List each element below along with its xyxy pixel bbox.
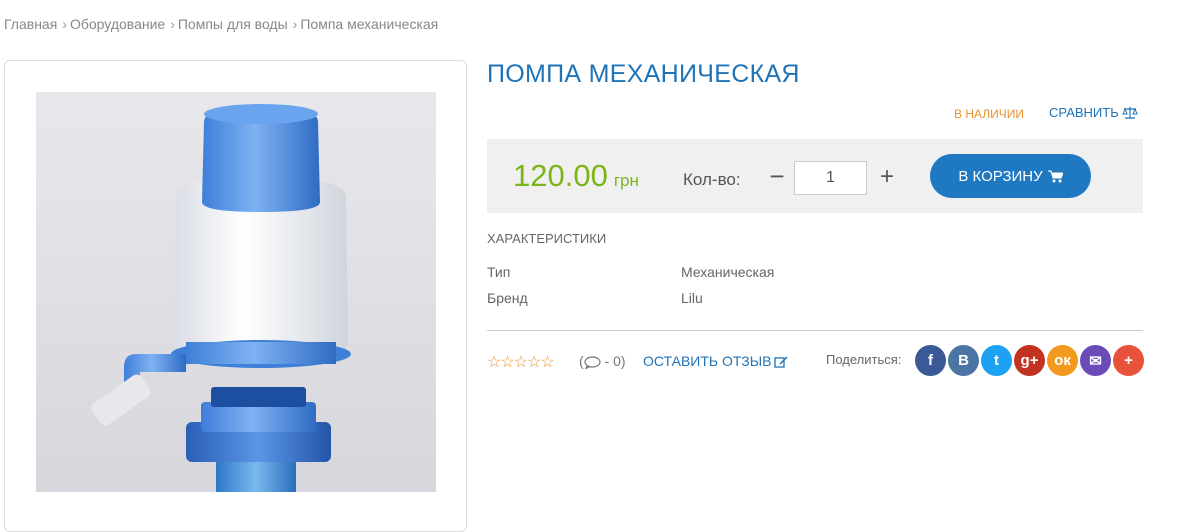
scales-icon <box>1122 107 1138 119</box>
product-image[interactable] <box>36 92 436 492</box>
breadcrumb-home[interactable]: Главная <box>4 16 57 32</box>
purchase-panel: 120.00 грн Кол-во: − + В КОРЗИНУ <box>487 139 1143 213</box>
quantity-label: Кол-во: <box>683 170 741 189</box>
email-icon[interactable]: ✉ <box>1080 345 1111 376</box>
compare-label: СРАВНИТЬ <box>1049 105 1119 120</box>
quantity-decrease-button[interactable]: − <box>767 163 787 189</box>
facebook-icon[interactable]: f <box>915 345 946 376</box>
water-pump-illustration <box>91 104 351 492</box>
rating-stars[interactable]: ☆☆☆☆☆ <box>487 352 555 372</box>
breadcrumb-equipment[interactable]: Оборудование <box>70 16 165 32</box>
leave-review-label: ОСТАВИТЬ ОТЗЫВ <box>643 353 772 369</box>
spec-row: Бренд Lilu <box>487 290 703 306</box>
leave-review-link[interactable]: ОСТАВИТЬ ОТЗЫВ <box>643 353 788 369</box>
compare-link[interactable]: СРАВНИТЬ <box>1049 105 1138 120</box>
spec-value: Lilu <box>681 290 703 306</box>
comments-count: ( - 0) <box>579 353 626 370</box>
quantity-input[interactable] <box>794 161 867 195</box>
twitter-icon[interactable]: t <box>981 345 1012 376</box>
edit-icon <box>774 356 788 368</box>
product-title: ПОМПА МЕХАНИЧЕСКАЯ <box>487 60 800 88</box>
more-share-icon[interactable]: + <box>1113 345 1144 376</box>
google-plus-icon[interactable]: g+ <box>1014 345 1045 376</box>
chevron-right-icon: › <box>62 16 67 32</box>
spec-value: Механическая <box>681 264 775 280</box>
divider <box>487 330 1143 331</box>
chevron-right-icon: › <box>170 16 175 32</box>
specs-heading: ХАРАКТЕРИСТИКИ <box>487 231 607 246</box>
comment-icon <box>584 356 601 370</box>
spec-key: Тип <box>487 264 511 280</box>
spec-row: Тип Механическая <box>487 264 774 280</box>
price: 120.00 грн <box>513 158 639 194</box>
add-to-cart-button[interactable]: В КОРЗИНУ <box>930 154 1091 198</box>
product-image-frame <box>4 60 467 532</box>
odnoklassniki-icon[interactable]: ок <box>1047 345 1078 376</box>
comments-count-value: - 0 <box>604 353 621 369</box>
availability-badge: В НАЛИЧИИ <box>954 107 1025 121</box>
breadcrumb-current: Помпа механическая <box>300 16 439 32</box>
price-currency: грн <box>613 171 639 190</box>
quantity-increase-button[interactable]: + <box>877 165 897 189</box>
add-to-cart-label: В КОРЗИНУ <box>958 167 1043 185</box>
breadcrumb: Главная › Оборудование › Помпы для воды › Помп… <box>4 16 438 32</box>
price-value: 120.00 <box>513 158 608 193</box>
chevron-right-icon: › <box>292 16 298 32</box>
cart-icon <box>1047 170 1063 182</box>
share-label: Поделиться: <box>826 352 902 367</box>
spec-key: Бренд <box>487 290 528 306</box>
vk-icon[interactable]: B <box>948 345 979 376</box>
breadcrumb-water-pumps[interactable]: Помпы для воды <box>178 16 288 32</box>
